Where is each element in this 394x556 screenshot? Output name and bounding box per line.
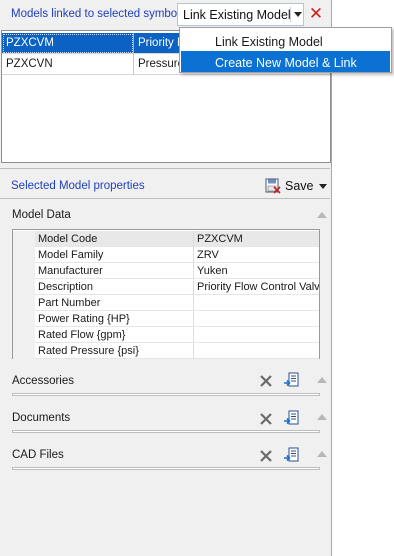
- link-document-icon[interactable]: [283, 372, 299, 388]
- models-header-title: Models linked to selected symbol: [11, 8, 180, 20]
- property-value[interactable]: [194, 343, 319, 359]
- section-rule: [12, 430, 320, 433]
- documents-title: Documents: [12, 412, 71, 424]
- section-divider: [0, 198, 330, 199]
- property-value[interactable]: [194, 295, 319, 311]
- link-document-icon[interactable]: [283, 410, 299, 426]
- section-divider: [0, 168, 330, 169]
- collapse-caret-icon[interactable]: [317, 377, 327, 383]
- dropdown-arrow-icon[interactable]: [294, 12, 302, 17]
- property-name: Power Rating {HP}: [35, 311, 194, 327]
- collapse-caret-icon[interactable]: [317, 414, 327, 420]
- property-name: Model Code: [35, 231, 194, 247]
- model-code-cell[interactable]: PZXCVM: [2, 33, 134, 54]
- accessories-title: Accessories: [12, 375, 74, 387]
- row-gutter: [13, 327, 35, 343]
- property-row[interactable]: Rated Pressure {psi}: [13, 343, 319, 359]
- remove-icon[interactable]: [258, 411, 274, 427]
- collapse-caret-icon[interactable]: [317, 451, 327, 457]
- property-row[interactable]: Model Family ZRV: [13, 247, 319, 263]
- remove-icon[interactable]: [258, 373, 274, 389]
- link-existing-model-label[interactable]: Link Existing Model: [183, 8, 291, 22]
- models-side-panel: Models linked to selected symbol Link Ex…: [0, 0, 332, 556]
- model-data-grid[interactable]: Model Code PZXCVM Model Family ZRV Manuf…: [12, 229, 320, 359]
- row-gutter: [13, 279, 35, 295]
- property-row[interactable]: Part Number: [13, 295, 319, 311]
- property-value[interactable]: [194, 327, 319, 343]
- section-rule: [12, 467, 320, 470]
- menu-item-create-new-model-and-link[interactable]: Create New Model & Link: [181, 51, 390, 72]
- property-name: Rated Flow {gpm}: [35, 327, 194, 343]
- save-icon: [265, 178, 281, 194]
- chevron-down-icon[interactable]: [319, 184, 327, 189]
- row-gutter: [13, 295, 35, 311]
- property-value[interactable]: Priority Flow Control Valve: [194, 279, 319, 295]
- row-gutter: [13, 247, 35, 263]
- property-name: Rated Pressure {psi}: [35, 343, 194, 359]
- row-gutter: [13, 343, 35, 359]
- property-row[interactable]: Description Priority Flow Control Valve: [13, 279, 319, 295]
- property-name: Model Family: [35, 247, 194, 263]
- property-row[interactable]: Manufacturer Yuken: [13, 263, 319, 279]
- property-name: Manufacturer: [35, 263, 194, 279]
- cad-files-title: CAD Files: [12, 449, 64, 461]
- save-label[interactable]: Save: [285, 179, 314, 193]
- row-gutter: [13, 311, 35, 327]
- row-gutter: [13, 263, 35, 279]
- property-row[interactable]: Rated Flow {gpm}: [13, 327, 319, 343]
- property-value[interactable]: PZXCVM: [194, 231, 319, 247]
- property-value[interactable]: [194, 311, 319, 327]
- remove-icon[interactable]: [258, 448, 274, 464]
- property-value[interactable]: Yuken: [194, 263, 319, 279]
- models-header: Models linked to selected symbol Link Ex…: [0, 0, 330, 28]
- property-name: Part Number: [35, 295, 194, 311]
- close-icon[interactable]: ✕: [307, 3, 325, 25]
- collapse-caret-icon[interactable]: [317, 212, 327, 218]
- menu-item-link-existing-model[interactable]: Link Existing Model: [181, 30, 390, 51]
- link-model-dropdown-menu: Link Existing Model Create New Model & L…: [179, 27, 392, 73]
- property-value[interactable]: ZRV: [194, 247, 319, 263]
- model-code-cell[interactable]: PZXCVN: [2, 54, 134, 75]
- properties-header-title: Selected Model properties: [11, 180, 145, 192]
- section-rule: [12, 393, 320, 396]
- row-gutter: [13, 231, 35, 247]
- link-document-icon[interactable]: [283, 447, 299, 463]
- property-row[interactable]: Power Rating {HP}: [13, 311, 319, 327]
- property-name: Description: [35, 279, 194, 295]
- save-split-button[interactable]: Save: [262, 175, 330, 197]
- split-button-divider: [290, 7, 291, 22]
- link-model-split-button[interactable]: Link Existing Model: [177, 3, 304, 26]
- property-row[interactable]: Model Code PZXCVM: [13, 231, 319, 247]
- model-data-title: Model Data: [12, 209, 71, 221]
